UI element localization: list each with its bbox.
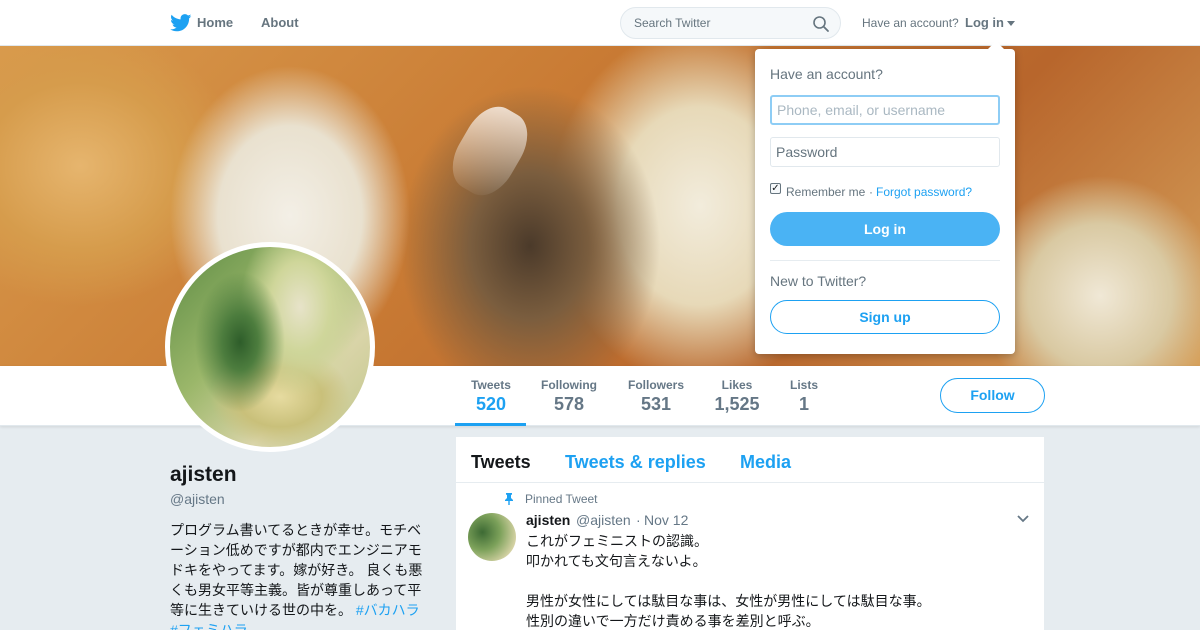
- tweet-avatar[interactable]: [468, 513, 516, 561]
- stat-label: Likes: [721, 378, 753, 392]
- bio-line-text: 等に生きていける世の中を。: [170, 602, 352, 618]
- have-account-text: Have an account?: [862, 16, 959, 30]
- pin-icon: [505, 493, 513, 505]
- stat-label: Lists: [789, 378, 818, 392]
- stat-label: Following: [541, 378, 597, 392]
- stat-value: 520: [475, 394, 507, 414]
- stat-value: 1: [798, 394, 809, 414]
- bio-line: ドキをやってます。嫁が好き。 良くも悪: [170, 562, 423, 578]
- profile-name[interactable]: ajisten: [170, 463, 237, 487]
- caret-down-icon[interactable]: [1007, 21, 1015, 26]
- tweet-author-handle[interactable]: @ajisten: [576, 512, 631, 528]
- banner-highlight: [441, 97, 539, 205]
- profile-handle[interactable]: @ajisten: [170, 491, 225, 507]
- login-menu-link[interactable]: Log in: [965, 15, 1004, 30]
- bio-line: くも男女平等主義。皆が尊重しあって平: [170, 582, 422, 598]
- hashtag-link[interactable]: #フェミハラ: [170, 622, 248, 630]
- new-to-twitter-text: New to Twitter?: [770, 273, 867, 289]
- username-field[interactable]: [770, 95, 1000, 125]
- tweet-date[interactable]: Nov 12: [644, 512, 688, 528]
- tab-media[interactable]: Media: [740, 452, 791, 473]
- timeline: Tweets Tweets & replies Media Pinned Twe…: [456, 437, 1044, 630]
- login-button[interactable]: Log in: [770, 212, 1000, 246]
- hashtag-link[interactable]: #バカハラ: [356, 602, 420, 618]
- pinned-tweet-label: Pinned Tweet: [525, 492, 598, 506]
- tweet-line: これがフェミニストの認識。: [526, 533, 708, 549]
- tweet-line: 叩かれても文句言えないよ。: [526, 553, 707, 569]
- stat-label: Tweets: [471, 378, 511, 392]
- bio-line: 等に生きていける世の中を。 #バカハラ: [170, 600, 432, 620]
- nav-about-link[interactable]: About: [261, 15, 299, 30]
- chevron-down-icon[interactable]: [1016, 514, 1030, 524]
- stat-value: 578: [553, 394, 585, 414]
- bio-line: プログラム書いてるときが幸せ。モチベ: [170, 522, 422, 538]
- search-input[interactable]: Search Twitter: [620, 7, 841, 39]
- login-dropdown: Have an account? ✓ Remember me · Forgot …: [755, 41, 1015, 354]
- active-stat-indicator: [455, 423, 526, 426]
- tab-tweets[interactable]: Tweets: [471, 452, 531, 473]
- stat-followers[interactable]: Followers 531: [627, 378, 685, 415]
- dropdown-caret: [988, 41, 1004, 49]
- signup-button[interactable]: Sign up: [770, 300, 1000, 334]
- tweet-separator: ·: [636, 512, 641, 528]
- separator-dot: ·: [869, 185, 873, 199]
- stat-following[interactable]: Following 578: [541, 378, 597, 415]
- follow-button[interactable]: Follow: [940, 378, 1045, 413]
- remember-me-label[interactable]: Remember me: [786, 185, 865, 199]
- tweet-author-name[interactable]: ajisten: [526, 512, 570, 528]
- profile-avatar[interactable]: [165, 242, 375, 452]
- login-heading: Have an account?: [770, 66, 883, 82]
- bio-line: #フェミハラ: [170, 620, 432, 630]
- search-placeholder: Search Twitter: [634, 16, 711, 30]
- stat-likes[interactable]: Likes 1,525: [714, 378, 760, 415]
- timeline-tabs: Tweets Tweets & replies Media: [456, 437, 1044, 483]
- search-icon[interactable]: [812, 15, 830, 33]
- password-field[interactable]: [770, 137, 1000, 167]
- top-navigation: Home About Search Twitter Have an accoun…: [0, 0, 1200, 46]
- bio-line: ーション低めですが都内でエンジニアモ: [170, 542, 422, 558]
- stat-value: 1,525: [714, 394, 760, 414]
- tweet-line: 性別の違いで一方だけ責める事を差別と呼ぶ。: [526, 613, 820, 629]
- tweet-line: 男性が女性にしては駄目な事は、女性が男性にしては駄目な事。: [526, 593, 931, 609]
- divider: [770, 260, 1000, 261]
- tweet-line: [526, 571, 1016, 591]
- twitter-bird-icon[interactable]: [170, 14, 192, 32]
- tab-tweets-replies[interactable]: Tweets & replies: [565, 452, 706, 473]
- stat-label: Followers: [627, 378, 684, 392]
- profile-bio: プログラム書いてるときが幸せ。モチベ ーション低めですが都内でエンジニアモ ドキ…: [170, 520, 432, 630]
- tweet-text: これがフェミニストの認識。 叩かれても文句言えないよ。 男性が女性にしては駄目な…: [526, 531, 1016, 630]
- forgot-password-link[interactable]: Forgot password?: [876, 185, 972, 199]
- nav-home-link[interactable]: Home: [197, 15, 233, 30]
- stat-tweets[interactable]: Tweets 520: [470, 378, 512, 415]
- stat-lists[interactable]: Lists 1: [789, 378, 819, 415]
- stat-value: 531: [640, 394, 672, 414]
- remember-me-checkbox[interactable]: ✓: [770, 183, 781, 194]
